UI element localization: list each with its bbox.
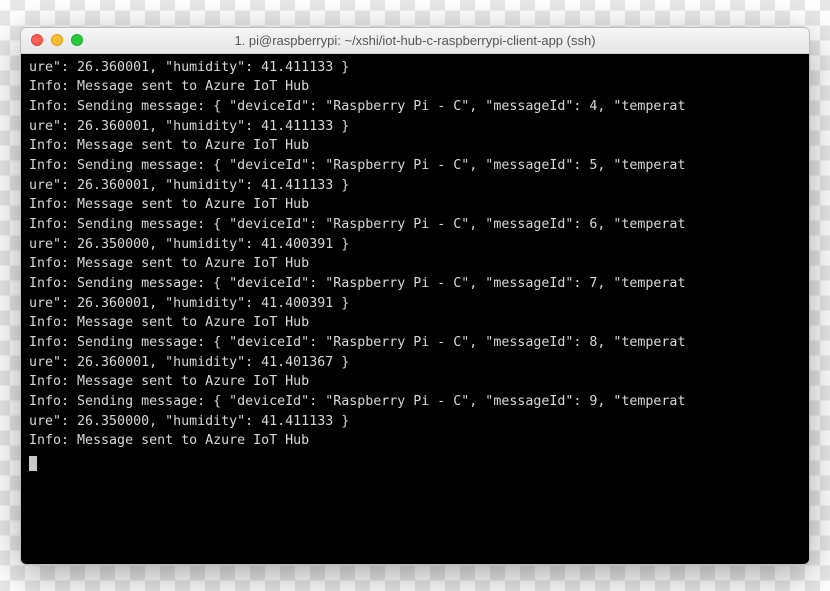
- terminal-line: Info: Sending message: { "deviceId": "Ra…: [29, 274, 801, 294]
- terminal-line: Info: Message sent to Azure IoT Hub: [29, 372, 801, 392]
- titlebar[interactable]: 1. pi@raspberrypi: ~/xshi/iot-hub-c-rasp…: [21, 28, 809, 54]
- terminal-output[interactable]: ure": 26.360001, "humidity": 41.411133 }…: [21, 54, 809, 564]
- terminal-line: ure": 26.360001, "humidity": 41.411133 }: [29, 58, 801, 78]
- terminal-line: Info: Sending message: { "deviceId": "Ra…: [29, 392, 801, 412]
- terminal-line: ure": 26.360001, "humidity": 41.411133 }: [29, 117, 801, 137]
- close-icon[interactable]: [31, 34, 43, 46]
- terminal-line: ure": 26.360001, "humidity": 41.411133 }: [29, 176, 801, 196]
- terminal-line: ure": 26.350000, "humidity": 41.411133 }: [29, 412, 801, 432]
- terminal-line: ure": 26.360001, "humidity": 41.400391 }: [29, 294, 801, 314]
- terminal-line: Info: Message sent to Azure IoT Hub: [29, 195, 801, 215]
- terminal-line: Info: Message sent to Azure IoT Hub: [29, 254, 801, 274]
- terminal-line: ure": 26.350000, "humidity": 41.400391 }: [29, 235, 801, 255]
- terminal-line: Info: Message sent to Azure IoT Hub: [29, 136, 801, 156]
- terminal-line: Info: Sending message: { "deviceId": "Ra…: [29, 97, 801, 117]
- cursor-icon: [29, 456, 37, 471]
- terminal-line: ure": 26.360001, "humidity": 41.401367 }: [29, 353, 801, 373]
- terminal-line: Info: Sending message: { "deviceId": "Ra…: [29, 333, 801, 353]
- minimize-icon[interactable]: [51, 34, 63, 46]
- terminal-line: Info: Message sent to Azure IoT Hub: [29, 313, 801, 333]
- terminal-line: Info: Sending message: { "deviceId": "Ra…: [29, 215, 801, 235]
- maximize-icon[interactable]: [71, 34, 83, 46]
- traffic-lights: [31, 34, 83, 46]
- terminal-window: 1. pi@raspberrypi: ~/xshi/iot-hub-c-rasp…: [20, 27, 810, 565]
- terminal-line: Info: Message sent to Azure IoT Hub: [29, 431, 801, 451]
- window-title: 1. pi@raspberrypi: ~/xshi/iot-hub-c-rasp…: [21, 33, 809, 48]
- terminal-line: Info: Sending message: { "deviceId": "Ra…: [29, 156, 801, 176]
- terminal-line: Info: Message sent to Azure IoT Hub: [29, 77, 801, 97]
